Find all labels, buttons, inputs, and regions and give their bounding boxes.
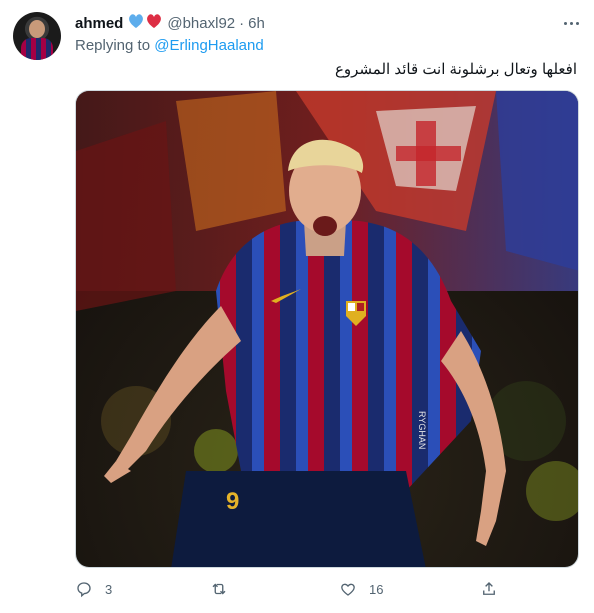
haaland-photo: RYGHAN 9: [76, 91, 578, 567]
tweet-actions: 3 16: [75, 580, 505, 604]
author-handle[interactable]: @bhaxl92: [167, 15, 235, 32]
sponsor-text: RYGHAN: [417, 411, 427, 449]
red-heart-icon: [147, 14, 162, 28]
blue-heart-icon: [129, 14, 144, 28]
reply-count: 3: [105, 581, 113, 597]
heart-emoji-icon: [127, 12, 163, 34]
replying-to: Replying to @ErlingHaaland: [75, 37, 264, 54]
replying-prefix: Replying to: [75, 37, 151, 54]
tweet[interactable]: ahmed @bhaxl92 · 6h Replying to @ErlingH…: [0, 0, 594, 613]
share-icon: [483, 582, 495, 595]
like-button[interactable]: 16: [339, 580, 383, 598]
avatar-head: [29, 20, 45, 38]
tweet-image[interactable]: RYGHAN 9: [75, 90, 579, 568]
heart-icon: [341, 583, 355, 596]
retweet-icon: [212, 583, 226, 595]
avatar[interactable]: [13, 12, 61, 60]
avatar-shirt: [21, 38, 53, 60]
like-count: 16: [369, 581, 384, 597]
reply-button[interactable]: 3: [75, 580, 112, 598]
separator-dot: ·: [239, 14, 245, 32]
timestamp[interactable]: 6h: [248, 15, 265, 32]
retweet-button[interactable]: [210, 580, 240, 598]
reply-icon: [77, 582, 91, 598]
share-button[interactable]: [480, 580, 498, 598]
more-options-icon[interactable]: [560, 14, 582, 32]
tweet-text: افعلها وتعال برشلونة انت قائد المشروع: [334, 61, 577, 78]
jersey-number: 9: [226, 488, 239, 515]
author-name[interactable]: ahmed: [75, 15, 123, 32]
tweet-header: ahmed @bhaxl92 · 6h: [75, 13, 265, 33]
replying-to-link[interactable]: @ErlingHaaland: [154, 37, 263, 54]
